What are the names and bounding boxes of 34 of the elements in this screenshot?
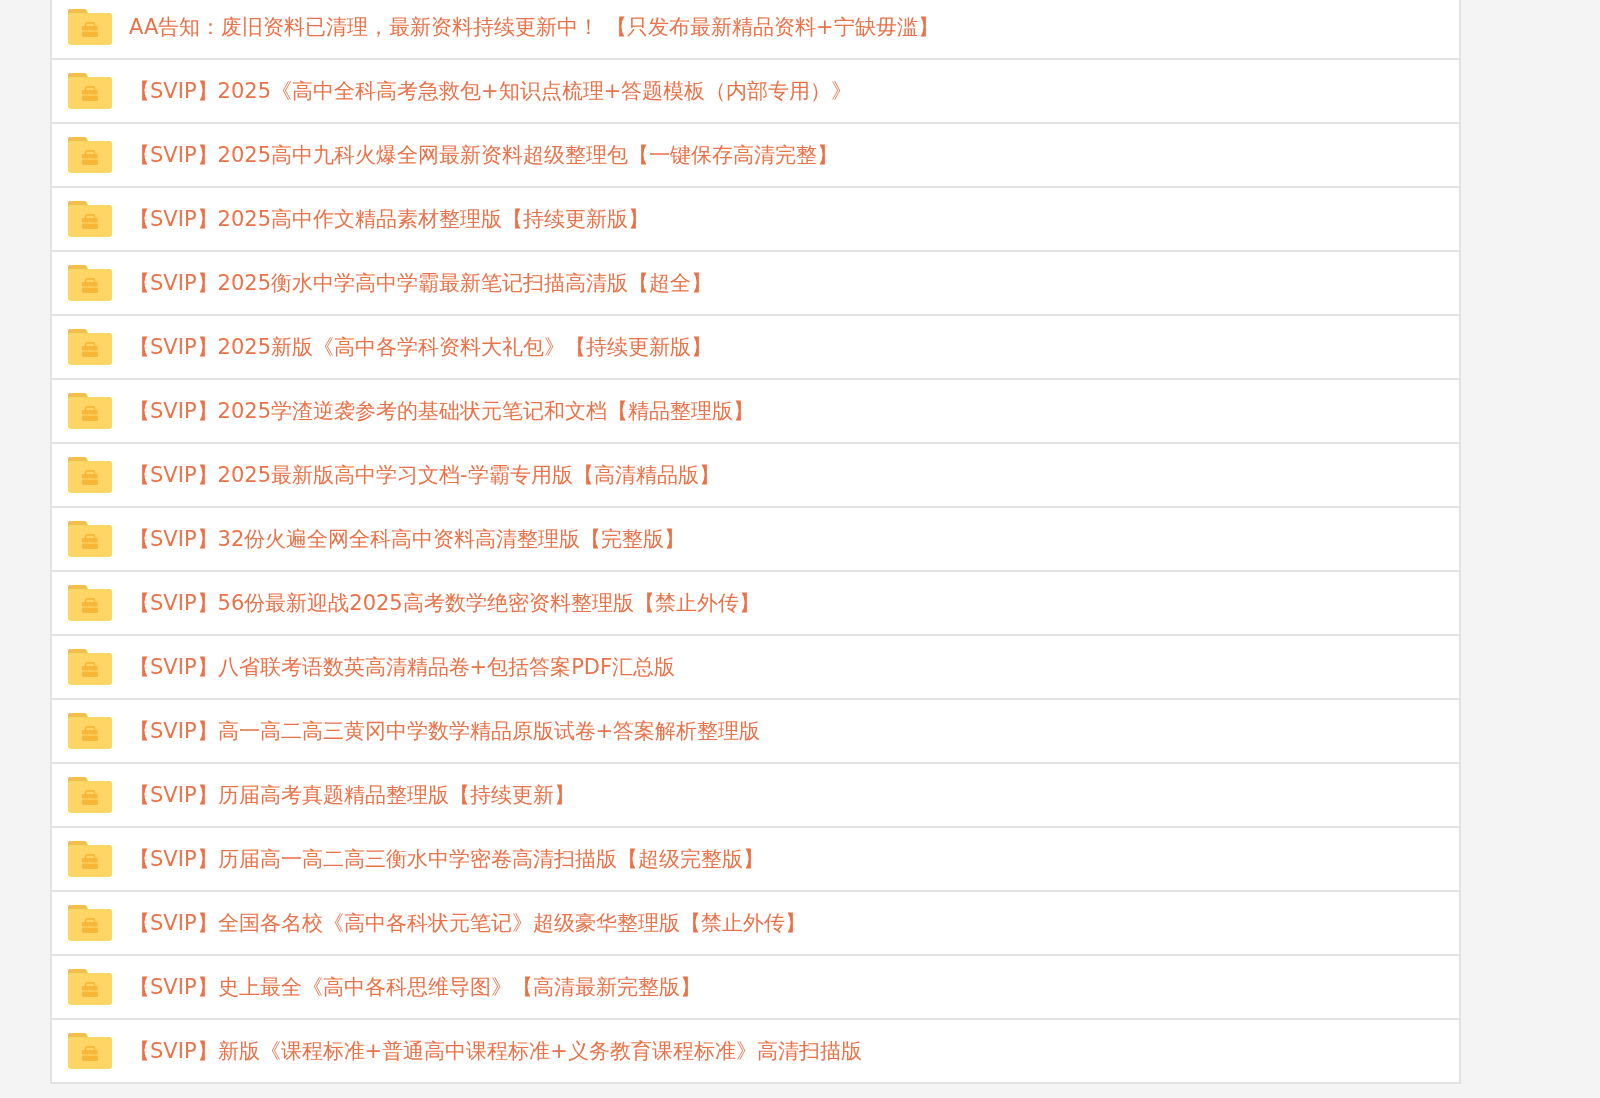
folder-icon (68, 137, 112, 173)
folder-item[interactable]: 【SVIP】2025高中九科火爆全网最新资料超级整理包【一键保存高清完整】 (52, 124, 1459, 188)
folder-icon (68, 649, 112, 685)
folder-item[interactable]: 【SVIP】2025最新版高中学习文档-学霸专用版【高清精品版】 (52, 444, 1459, 508)
folder-icon (68, 777, 112, 813)
folder-icon (68, 265, 112, 301)
folder-item[interactable]: 【SVIP】八省联考语数英高清精品卷+包括答案PDF汇总版 (52, 636, 1459, 700)
folder-icon (68, 585, 112, 621)
folder-item[interactable]: AA告知：废旧资料已清理，最新资料持续更新中！ 【只发布最新精品资料+宁缺毋滥】 (52, 0, 1459, 60)
folder-item[interactable]: 【SVIP】32份火遍全网全科高中资料高清整理版【完整版】 (52, 508, 1459, 572)
folder-item[interactable]: 【SVIP】2025学渣逆袭参考的基础状元笔记和文档【精品整理版】 (52, 380, 1459, 444)
folder-item[interactable]: 【SVIP】2025《高中全科高考急救包+知识点梳理+答题模板（内部专用）》 (52, 60, 1459, 124)
folder-item[interactable]: 【SVIP】历届高一高二高三衡水中学密卷高清扫描版【超级完整版】 (52, 828, 1459, 892)
folder-icon (68, 73, 112, 109)
folder-item[interactable]: 【SVIP】2025新版《高中各学科资料大礼包》【持续更新版】 (52, 316, 1459, 380)
folder-icon (68, 457, 112, 493)
folder-icon (68, 905, 112, 941)
folder-item[interactable]: 【SVIP】高一高二高三黄冈中学数学精品原版试卷+答案解析整理版 (52, 700, 1459, 764)
folder-item[interactable]: 【SVIP】2025高中作文精品素材整理版【持续更新版】 (52, 188, 1459, 252)
folder-item[interactable]: 【SVIP】历届高考真题精品整理版【持续更新】 (52, 764, 1459, 828)
folder-icon (68, 969, 112, 1005)
folder-icon (68, 1033, 112, 1069)
folder-icon (68, 841, 112, 877)
folder-item[interactable]: 【SVIP】新版《课程标准+普通高中课程标准+义务教育课程标准》高清扫描版 (52, 1020, 1459, 1084)
folder-item[interactable]: 【SVIP】2025衡水中学高中学霸最新笔记扫描高清版【超全】 (52, 252, 1459, 316)
folder-item[interactable]: 【SVIP】56份最新迎战2025高考数学绝密资料整理版【禁止外传】 (52, 572, 1459, 636)
folder-icon (68, 201, 112, 237)
folder-icon (68, 393, 112, 429)
folder-icon (68, 9, 112, 45)
folder-item[interactable]: 【SVIP】史上最全《高中各科思维导图》【高清最新完整版】 (52, 956, 1459, 1020)
folder-item[interactable]: 【SVIP】全国各名校《高中各科状元笔记》超级豪华整理版【禁止外传】 (52, 892, 1459, 956)
folder-icon (68, 329, 112, 365)
folder-icon (68, 713, 112, 749)
folder-icon (68, 521, 112, 557)
